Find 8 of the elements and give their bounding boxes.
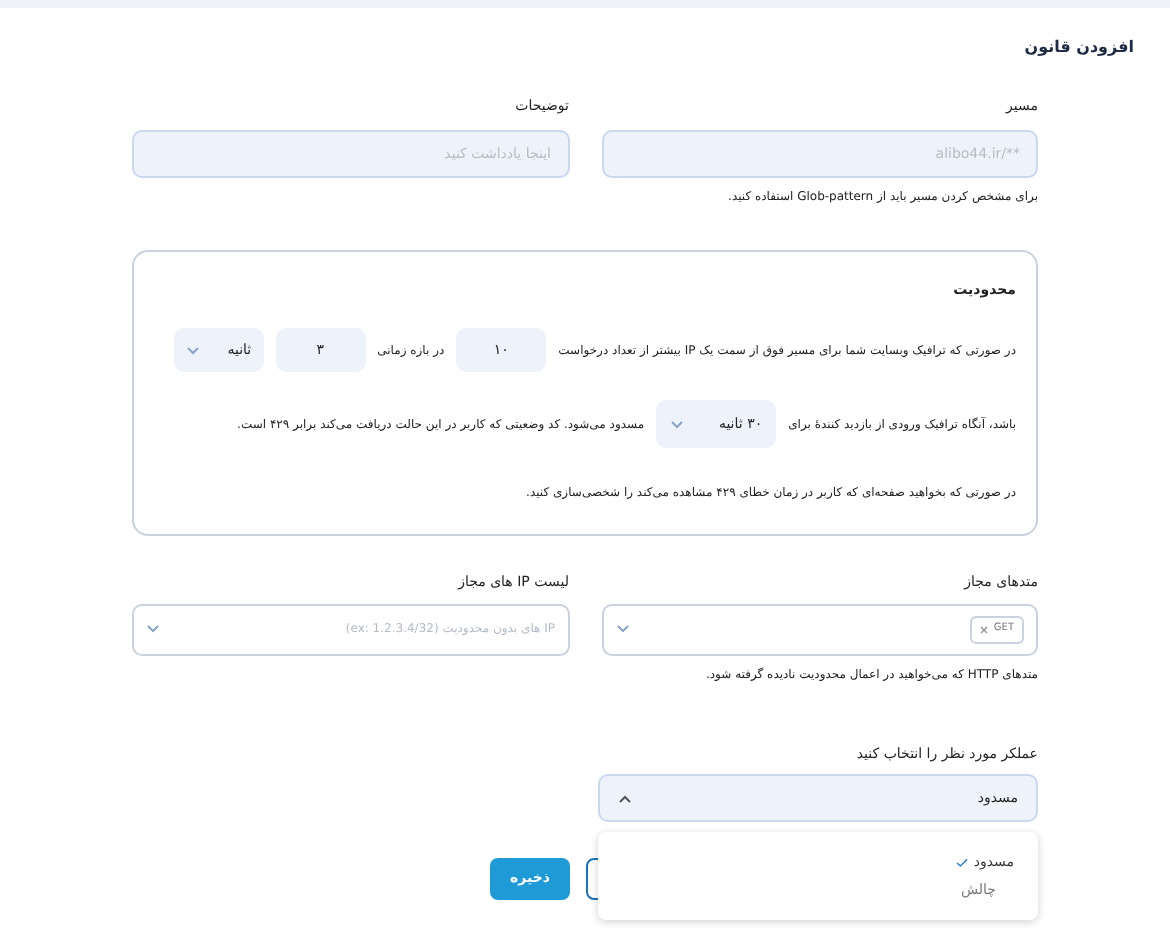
chevron-icon — [615, 624, 629, 634]
chevron-icon — [670, 419, 685, 429]
check-icon — [955, 857, 968, 868]
chevron-icon — [146, 624, 160, 634]
chevron-icon — [618, 793, 632, 803]
chevron-icon — [185, 345, 200, 355]
page-title: افزودن قانون — [1024, 36, 1134, 60]
remove-icon[interactable] — [979, 625, 988, 633]
